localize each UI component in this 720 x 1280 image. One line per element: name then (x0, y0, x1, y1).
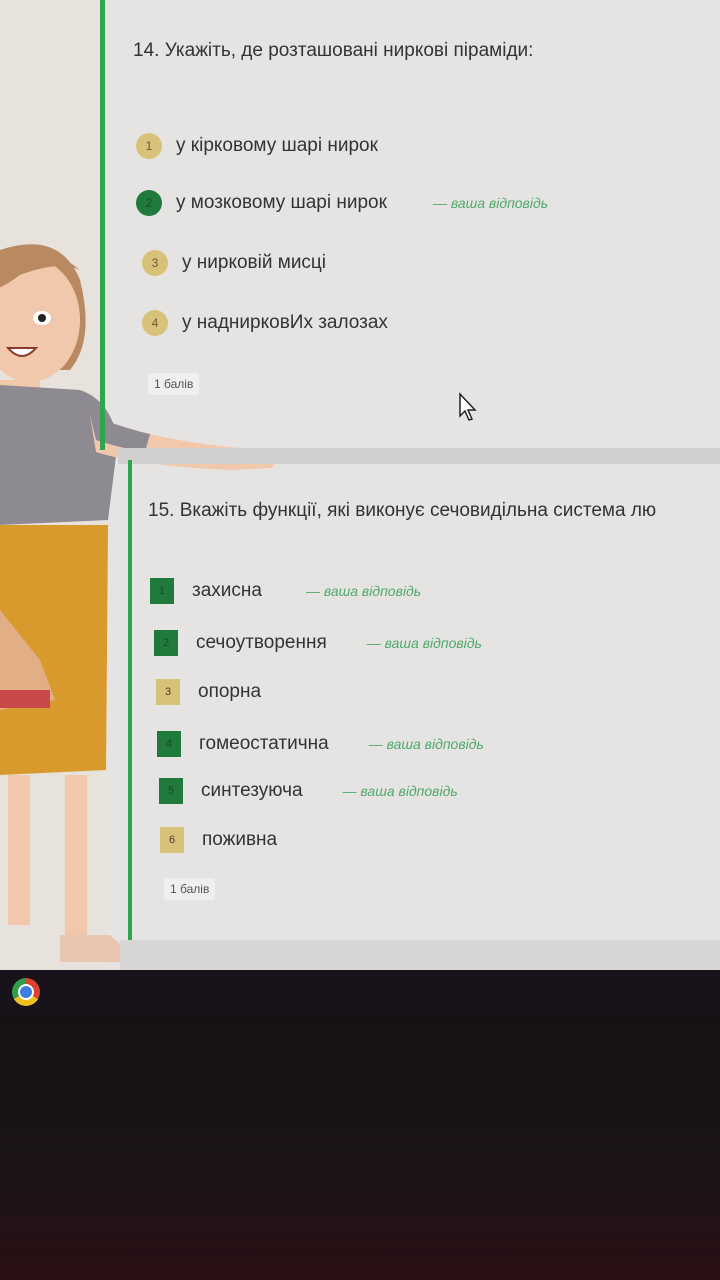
question-15-title: 15. Вкажіть функції, які виконує сечовид… (148, 500, 657, 521)
monitor-bezel (0, 1014, 720, 1280)
your-answer-note: — ваша відповідь (432, 195, 549, 211)
card-bottom (120, 940, 720, 970)
your-answer-note: — ваша відповідь (342, 783, 458, 799)
option-label: у нирковій мисці (182, 252, 327, 273)
checkbox-number: 6 (160, 827, 184, 853)
option-label: захисна (192, 580, 262, 601)
your-answer-note: — ваша відповідь (368, 736, 484, 752)
option-label: у наднирковИх залозах (182, 312, 388, 333)
q14-option-2[interactable]: 2 у мозковому шарі нирок — ваша відповід… (136, 190, 548, 216)
checkbox-number: 1 (150, 578, 174, 604)
option-label: гомеостатична (199, 733, 329, 754)
q15-option-5[interactable]: 5 синтезуюча — ваша відповідь (159, 778, 458, 804)
card-accent-15 (128, 460, 132, 940)
option-label: опорна (198, 681, 262, 702)
option-number: 1 (136, 133, 162, 159)
taskbar (0, 970, 720, 1014)
chrome-icon[interactable] (12, 978, 40, 1006)
option-label: сечоутворення (196, 632, 327, 653)
card-accent-14 (100, 0, 105, 450)
q15-option-4[interactable]: 4 гомеостатична — ваша відповідь (157, 731, 484, 757)
option-label: у кірковому шарі нирок (176, 135, 378, 156)
your-answer-note: — ваша відповідь (305, 583, 422, 599)
option-label: синтезуюча (201, 780, 303, 801)
checkbox-number: 4 (157, 731, 181, 757)
card-separator (118, 448, 720, 464)
option-label: у мозковому шарі нирок (176, 192, 387, 213)
quiz-screen: 14. Укажіть, де розташовані ниркові піра… (0, 0, 720, 970)
q14-option-3[interactable]: 3 у нирковій мисці (142, 250, 326, 276)
q15-option-2[interactable]: 2 сечоутворення — ваша відповідь (154, 630, 482, 656)
q14-option-1[interactable]: 1 у кірковому шарі нирок (136, 133, 378, 159)
checkbox-number: 3 (156, 679, 180, 705)
option-number: 4 (142, 310, 168, 336)
q15-option-3[interactable]: 3 опорна (156, 679, 261, 705)
option-number: 3 (142, 250, 168, 276)
question-14-title: 14. Укажіть, де розташовані ниркові піра… (133, 40, 534, 61)
q14-option-4[interactable]: 4 у наднирковИх залозах (142, 310, 388, 336)
checkbox-number: 2 (154, 630, 178, 656)
points-badge-15: 1 балів (164, 878, 216, 900)
your-answer-note: — ваша відповідь (366, 635, 482, 651)
option-number: 2 (136, 190, 162, 216)
q15-option-6[interactable]: 6 поживна (160, 827, 277, 853)
option-label: поживна (202, 829, 278, 850)
points-badge-14: 1 балів (148, 373, 200, 395)
mouse-pointer-icon (459, 392, 477, 421)
checkbox-number: 5 (159, 778, 183, 804)
q15-option-1[interactable]: 1 захисна — ваша відповідь (150, 578, 421, 604)
